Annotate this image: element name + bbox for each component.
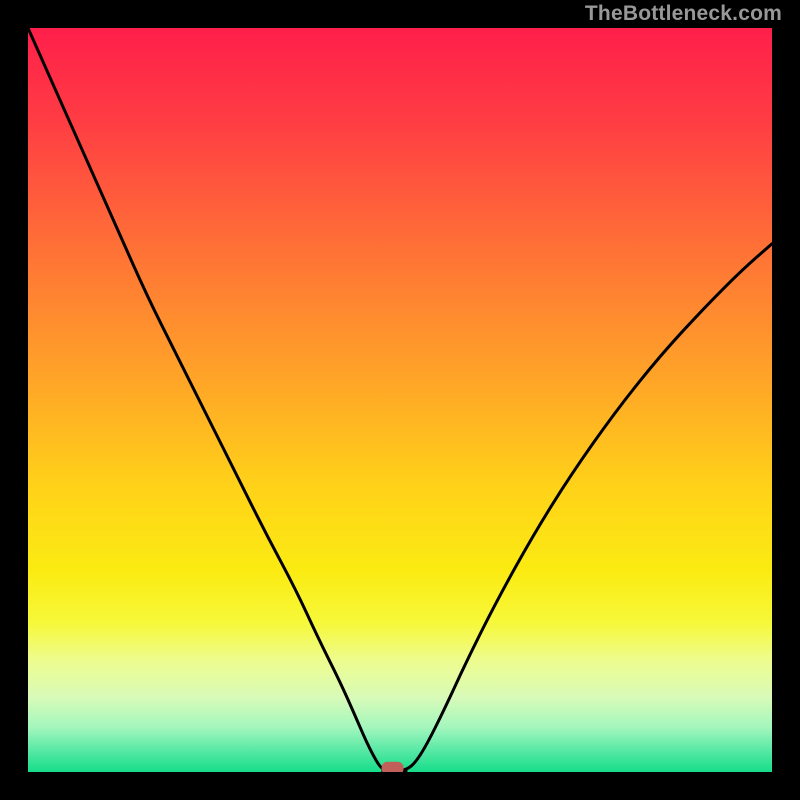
plot-area (28, 28, 772, 772)
chart-container: TheBottleneck.com (0, 0, 800, 800)
watermark-label: TheBottleneck.com (585, 2, 782, 26)
chart-svg (28, 28, 772, 772)
optimal-marker (382, 762, 404, 772)
gradient-background (28, 28, 772, 772)
